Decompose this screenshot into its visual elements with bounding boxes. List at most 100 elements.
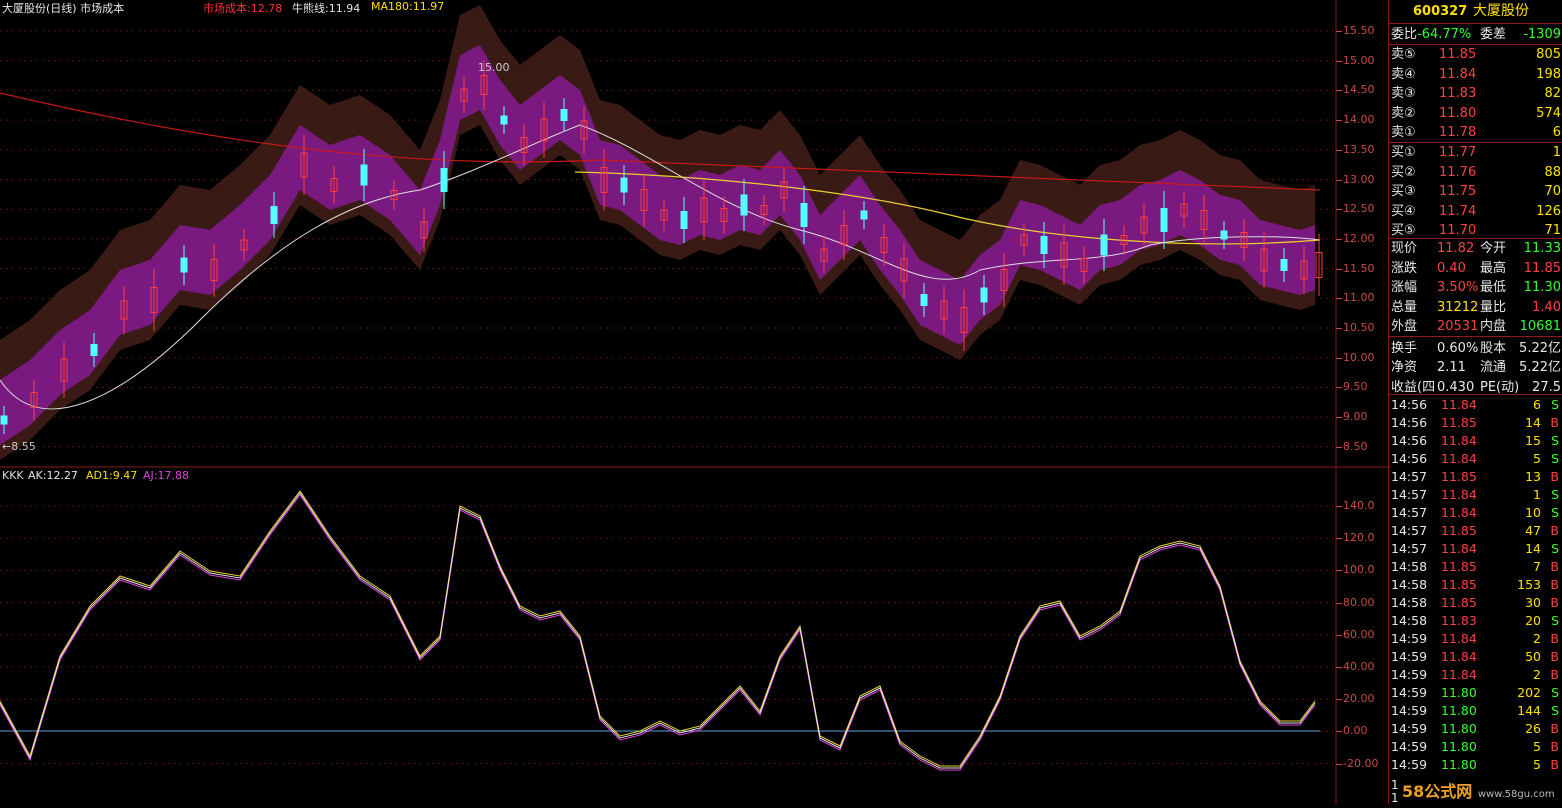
tick-row: 14:58 11.85 30 B [1391,595,1559,610]
ask-volume: 805 [1536,47,1561,62]
ask-price: 11.78 [1439,125,1477,140]
candle-body [440,168,448,192]
price-tick-label: 9.50 [1343,380,1368,394]
price-tick-label: 12.50 [1343,202,1375,216]
stock-name: 大厦股份 [1473,3,1529,19]
ask-price: 11.80 [1439,105,1477,121]
price-tick-label: 12.00 [1343,231,1375,245]
tick-row: 14:59 11.80 144 S [1391,703,1559,718]
ak-value: AK:12.27 [28,469,78,482]
tick-row: 14:56 11.84 15 S [1391,433,1559,448]
stat-row: 涨跌 0.40 最高 11.85 [1391,260,1561,276]
candle-body [980,287,988,303]
tick-row: 14:59 11.84 50 B [1391,649,1559,664]
wei-cha-value: -1309 [1523,27,1561,42]
price-tick-label: 13.50 [1343,142,1375,156]
stock-header: 600327 大厦股份 [1389,2,1562,21]
price-tick-label: 14.00 [1343,113,1375,127]
buy-level-1: 买① 11.77 1 [1391,145,1561,160]
tick-row: 14:57 11.84 14 S [1391,541,1559,556]
price-tick-label: 15.00 [1343,53,1375,67]
bid-volume: 1 [1552,145,1561,160]
watermark-brand: 58公式网 [1402,782,1473,801]
tick-row: 14:58 11.85 153 B [1391,577,1559,592]
kline-chart-area[interactable]: 大厦股份(日线) 市场成本 市场成本:12.78 牛熊线:11.94 MA180… [0,0,1388,804]
wei-bi-row: 委比 -64.77% 委差 -1309 [1391,27,1561,42]
candle-body [180,257,188,273]
buy-level-4: 买④ 11.74 126 [1391,203,1561,219]
stat-row: 净资 2.11 流通 5.22亿 [1391,360,1561,375]
price-tick-label: 14.50 [1343,83,1375,97]
indicator-tick-label: 20.00 [1343,692,1375,706]
tick-row: 14:56 11.84 5 S [1391,451,1559,466]
indicator-tick-label: 140.0 [1343,499,1375,512]
chart-title: 大厦股份(日线) 市场成本 [2,2,125,15]
tick-row: 14:59 11.80 26 B [1391,721,1559,736]
buy-level-3: 买③ 11.75 70 [1391,184,1561,199]
ask-volume: 6 [1552,125,1561,140]
sell-level-4: 卖④ 11.84 198 [1391,66,1561,82]
candle-body [500,115,508,125]
candle-body [680,211,688,229]
ask-price: 11.83 [1439,86,1477,101]
tick-row: 14:57 11.85 47 B [1391,523,1559,538]
ask-price: 11.85 [1439,47,1477,62]
bull-bear-label: 牛熊线:11.94 [292,2,361,15]
buy-level-2: 买② 11.76 88 [1391,164,1561,180]
tick-row: 14:59 11.84 2 B [1391,667,1559,682]
tick-row: 14:57 11.84 10 S [1391,505,1559,520]
bid-price: 11.77 [1439,145,1477,160]
price-tick-label: 11.50 [1343,261,1375,275]
aj-line [0,494,1316,771]
price-tick-label: 10.00 [1343,350,1375,364]
indicator-name: KKK [2,469,24,482]
price-tick-label: 15.50 [1343,24,1375,37]
ask-volume: 82 [1544,86,1561,101]
candle-body [90,344,98,356]
bid-price: 11.75 [1439,184,1477,199]
ma180-label: MA180:11.97 [371,0,445,13]
market-cost-label: 市场成本:12.78 [203,2,283,15]
stat-row: 外盘 20531 内盘 10681 [1391,319,1561,334]
candle-body [1160,208,1168,232]
tick-row: 14:59 11.80 202 S [1391,685,1559,700]
watermark: 58公式网 www.58gu.com [1402,778,1555,802]
indicator-tick-label: -20.00 [1343,756,1379,770]
bid-volume: 70 [1544,184,1561,199]
sell-level-1: 卖① 11.78 6 [1391,125,1561,140]
sell-level-2: 卖② 11.80 574 [1391,105,1561,121]
stat-row: 换手 0.60% 股本 5.22亿 [1391,340,1561,356]
high-price-mark: 15.00 [478,61,510,74]
indicator-tick-label: 100.0 [1343,563,1375,577]
candle-body [920,294,928,306]
tick-row: 14:56 11.85 14 B [1391,415,1559,430]
candle-body [360,164,368,186]
price-tick-label: 11.00 [1343,291,1375,305]
sell-level-3: 卖③ 11.83 82 [1391,86,1561,101]
tick-row: 14:59 11.80 5 B [1391,739,1559,754]
ask-volume: 198 [1536,66,1561,82]
chart-canvas[interactable] [0,0,1388,804]
low-price-mark: ←8.55 [2,440,36,453]
indicator-tick-label: 0.00 [1343,724,1368,738]
indicator-tick-label: 120.0 [1343,531,1375,545]
bid-volume: 126 [1536,203,1561,219]
ad1-value: AD1:9.47 [86,469,138,482]
quote-panel: 600327 大厦股份 委比 -64.77% 委差 -1309 卖⑤ 11.85 8… [1388,0,1562,805]
indicator-tick-label: 80.00 [1343,595,1375,609]
indicator-tick-label: 60.00 [1343,627,1375,641]
candle-body [860,210,868,220]
bid-volume: 88 [1544,164,1561,180]
candle-body [1280,259,1288,271]
bid-price: 11.74 [1439,203,1477,219]
bid-price: 11.76 [1439,164,1477,180]
candle-body [800,203,808,227]
sell-level-5: 卖⑤ 11.85 805 [1391,47,1561,62]
price-tick-label: 8.50 [1343,439,1368,453]
tick-row: 14:59 11.84 2 B [1391,631,1559,646]
indicator-tick-label: 40.00 [1343,660,1375,673]
candle-body [1220,230,1228,240]
candle-body [740,194,748,216]
stat-row: 涨幅 3.50% 最低 11.30 [1391,280,1561,295]
price-tick-label: 10.50 [1343,321,1375,334]
